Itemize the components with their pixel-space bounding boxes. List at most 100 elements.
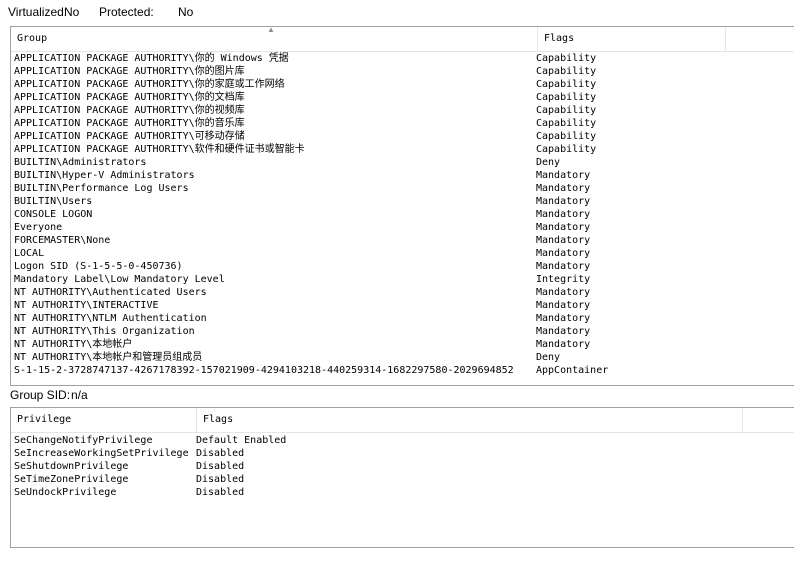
- protected-value: No: [178, 5, 194, 19]
- group-sid-label: Group SID:: [10, 388, 71, 402]
- group-name-cell: BUILTIN\Administrators: [14, 157, 147, 168]
- group-flags-cell: Capability: [536, 144, 597, 155]
- table-row[interactable]: FORCEMASTER\None Mandatory: [11, 234, 794, 247]
- table-row[interactable]: BUILTIN\Users Mandatory: [11, 195, 794, 208]
- column-header-privilege-label: Privilege: [17, 414, 72, 425]
- group-name-cell: APPLICATION PACKAGE AUTHORITY\软件和硬件证书或智能…: [14, 144, 305, 155]
- table-row[interactable]: Logon SID (S-1-5-5-0-450736) Mandatory: [11, 260, 794, 273]
- table-row[interactable]: Everyone Mandatory: [11, 221, 794, 234]
- group-name-cell: BUILTIN\Hyper-V Administrators: [14, 170, 195, 181]
- privilege-name-cell: SeTimeZonePrivilege: [14, 474, 129, 485]
- column-header-flags[interactable]: Flags: [538, 27, 726, 51]
- virtualized-label: Virtualized:: [8, 5, 68, 19]
- table-row[interactable]: APPLICATION PACKAGE AUTHORITY\你的 Windows…: [11, 52, 794, 65]
- group-name-cell: APPLICATION PACKAGE AUTHORITY\你的文档库: [14, 92, 245, 103]
- group-flags-cell: Capability: [536, 79, 597, 90]
- group-name-cell: BUILTIN\Users: [14, 196, 93, 207]
- group-flags-cell: Mandatory: [536, 300, 591, 311]
- table-row[interactable]: APPLICATION PACKAGE AUTHORITY\你的家庭或工作网络 C…: [11, 78, 794, 91]
- group-name-cell: APPLICATION PACKAGE AUTHORITY\你的图片库: [14, 66, 245, 77]
- table-row[interactable]: APPLICATION PACKAGE AUTHORITY\软件和硬件证书或智能…: [11, 143, 794, 156]
- column-header-privilege-flags-label: Flags: [203, 414, 234, 425]
- privilege-name-cell: SeChangeNotifyPrivilege: [14, 435, 153, 446]
- column-header-privilege[interactable]: Privilege: [11, 408, 197, 432]
- table-row[interactable]: SeUndockPrivilege Disabled: [11, 486, 794, 499]
- table-row[interactable]: APPLICATION PACKAGE AUTHORITY\你的视频库 Capab…: [11, 104, 794, 117]
- group-name-cell: NT AUTHORITY\本地帐户: [14, 339, 133, 350]
- table-row[interactable]: SeTimeZonePrivilege Disabled: [11, 473, 794, 486]
- group-flags-cell: Capability: [536, 118, 597, 129]
- group-name-cell: NT AUTHORITY\INTERACTIVE: [14, 300, 159, 311]
- table-row[interactable]: LOCAL Mandatory: [11, 247, 794, 260]
- table-row[interactable]: NT AUTHORITY\INTERACTIVE Mandatory: [11, 299, 794, 312]
- group-flags-cell: Mandatory: [536, 339, 591, 350]
- column-header-filler: [743, 408, 794, 432]
- privileges-list[interactable]: Privilege Flags SeChangeNotifyPrivilege D…: [10, 407, 794, 548]
- groups-list-header: Group ▲ Flags: [11, 27, 794, 52]
- table-row[interactable]: NT AUTHORITY\本地帐户和管理员组成员 Deny: [11, 351, 794, 364]
- table-row[interactable]: NT AUTHORITY\本地帐户 Mandatory: [11, 338, 794, 351]
- group-flags-cell: Mandatory: [536, 287, 591, 298]
- groups-rows: APPLICATION PACKAGE AUTHORITY\你的 Windows…: [11, 52, 794, 377]
- group-name-cell: NT AUTHORITY\Authenticated Users: [14, 287, 207, 298]
- privilege-name-cell: SeShutdownPrivilege: [14, 461, 129, 472]
- table-row[interactable]: APPLICATION PACKAGE AUTHORITY\你的图片库 Capab…: [11, 65, 794, 78]
- table-row[interactable]: APPLICATION PACKAGE AUTHORITY\可移动存储 Capab…: [11, 130, 794, 143]
- sort-ascending-icon: ▲: [267, 26, 275, 34]
- table-row[interactable]: BUILTIN\Performance Log Users Mandatory: [11, 182, 794, 195]
- table-row[interactable]: APPLICATION PACKAGE AUTHORITY\你的音乐库 Capab…: [11, 117, 794, 130]
- privilege-flags-cell: Disabled: [196, 448, 245, 459]
- group-flags-cell: Deny: [536, 157, 561, 168]
- group-flags-cell: Mandatory: [536, 196, 591, 207]
- privilege-name-cell: SeUndockPrivilege: [14, 487, 117, 498]
- group-flags-cell: Capability: [536, 53, 597, 64]
- table-row[interactable]: APPLICATION PACKAGE AUTHORITY\你的文档库 Capab…: [11, 91, 794, 104]
- table-row[interactable]: NT AUTHORITY\This Organization Mandatory: [11, 325, 794, 338]
- group-name-cell: CONSOLE LOGON: [14, 209, 93, 220]
- group-flags-cell: Mandatory: [536, 313, 591, 324]
- group-name-cell: APPLICATION PACKAGE AUTHORITY\你的家庭或工作网络: [14, 79, 285, 90]
- group-flags-cell: Mandatory: [536, 222, 591, 233]
- table-row[interactable]: SeChangeNotifyPrivilege Default Enabled: [11, 434, 794, 447]
- privilege-flags-cell: Disabled: [196, 461, 245, 472]
- group-name-cell: APPLICATION PACKAGE AUTHORITY\你的视频库: [14, 105, 245, 116]
- table-row[interactable]: SeShutdownPrivilege Disabled: [11, 460, 794, 473]
- table-row[interactable]: BUILTIN\Hyper-V Administrators Mandatory: [11, 169, 794, 182]
- column-header-filler: [726, 27, 794, 51]
- group-flags-cell: Mandatory: [536, 183, 591, 194]
- group-flags-cell: Capability: [536, 66, 597, 77]
- group-name-cell: FORCEMASTER\None: [14, 235, 111, 246]
- table-row[interactable]: SeIncreaseWorkingSetPrivilege Disabled: [11, 447, 794, 460]
- privileges-list-header: Privilege Flags: [11, 408, 794, 433]
- groups-list[interactable]: Group ▲ Flags APPLICATION PACKAGE AUTHOR…: [10, 26, 794, 386]
- group-flags-cell: Mandatory: [536, 261, 591, 272]
- group-name-cell: APPLICATION PACKAGE AUTHORITY\可移动存储: [14, 131, 245, 142]
- group-name-cell: Everyone: [14, 222, 63, 233]
- group-name-cell: APPLICATION PACKAGE AUTHORITY\你的 Windows…: [14, 53, 289, 64]
- group-flags-cell: Mandatory: [536, 209, 591, 220]
- privilege-name-cell: SeIncreaseWorkingSetPrivilege: [14, 448, 189, 459]
- group-name-cell: Mandatory Label\Low Mandatory Level: [14, 274, 225, 285]
- group-sid-value: n/a: [71, 388, 88, 402]
- group-flags-cell: Mandatory: [536, 170, 591, 181]
- table-row[interactable]: NT AUTHORITY\Authenticated Users Mandator…: [11, 286, 794, 299]
- table-row[interactable]: S-1-15-2-3728747137-4267178392-157021909…: [11, 364, 794, 377]
- protected-label: Protected:: [99, 5, 154, 19]
- group-flags-cell: Integrity: [536, 274, 591, 285]
- privilege-flags-cell: Disabled: [196, 487, 245, 498]
- column-header-flags-label: Flags: [544, 33, 575, 44]
- column-header-privilege-flags[interactable]: Flags: [197, 408, 743, 432]
- group-flags-cell: Deny: [536, 352, 561, 363]
- group-name-cell: BUILTIN\Performance Log Users: [14, 183, 189, 194]
- virtualized-value: No: [64, 5, 80, 19]
- group-flags-cell: Capability: [536, 131, 597, 142]
- table-row[interactable]: CONSOLE LOGON Mandatory: [11, 208, 794, 221]
- privilege-flags-cell: Default Enabled: [196, 435, 287, 446]
- table-row[interactable]: BUILTIN\Administrators Deny: [11, 156, 794, 169]
- table-row[interactable]: NT AUTHORITY\NTLM Authentication Mandator…: [11, 312, 794, 325]
- group-flags-cell: Mandatory: [536, 326, 591, 337]
- table-row[interactable]: Mandatory Label\Low Mandatory Level Integ…: [11, 273, 794, 286]
- column-header-group-label: Group: [17, 33, 48, 44]
- group-name-cell: NT AUTHORITY\NTLM Authentication: [14, 313, 207, 324]
- group-name-cell: LOCAL: [14, 248, 45, 259]
